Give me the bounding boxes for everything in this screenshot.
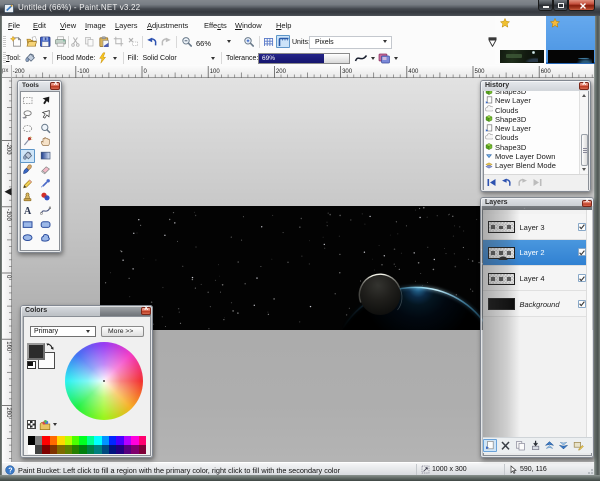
svg-text:-200: -200 [5,143,11,156]
svg-text:400: 400 [408,69,419,75]
svg-text:100: 100 [5,341,11,352]
svg-text:500: 500 [475,69,486,75]
svg-text:-200: -200 [13,69,26,75]
svg-text:600: 600 [541,69,552,75]
svg-text:A: A [24,206,32,216]
svg-text:0: 0 [144,69,148,75]
svg-text:-100: -100 [77,69,90,75]
svg-text:200: 200 [276,69,287,75]
svg-text:?: ? [8,467,12,474]
svg-text:0: 0 [5,275,11,279]
svg-text:200: 200 [5,407,11,418]
svg-text:100: 100 [210,69,221,75]
svg-text:-100: -100 [5,209,11,222]
svg-text:300: 300 [342,69,353,75]
